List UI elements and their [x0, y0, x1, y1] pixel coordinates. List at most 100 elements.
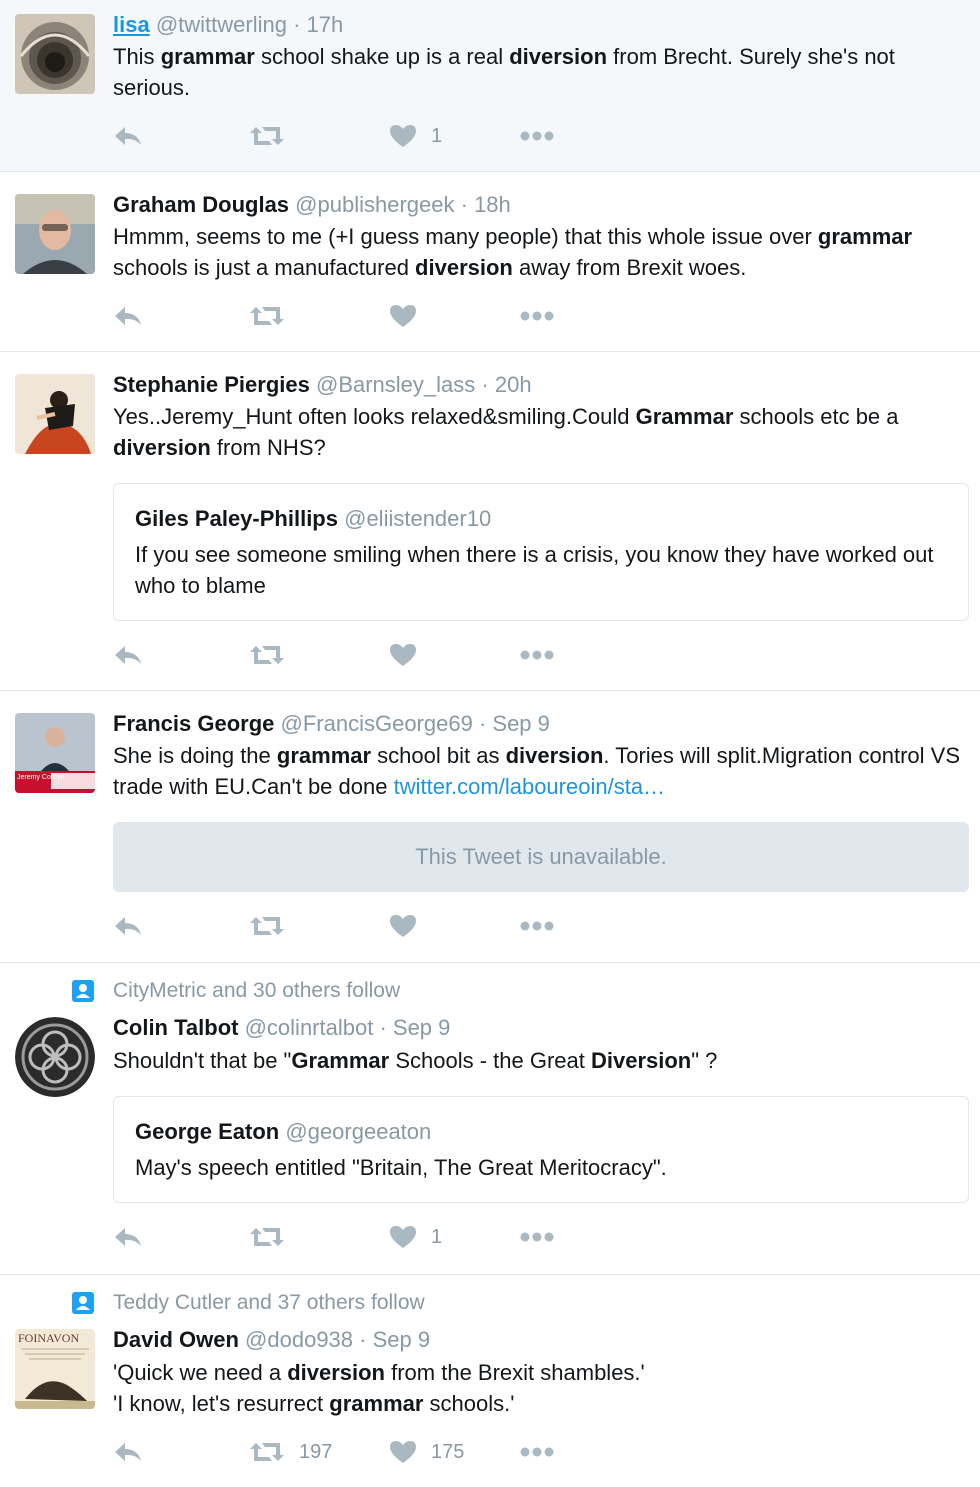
quoted-user-handle: @georgeeaton	[285, 1119, 432, 1144]
like-button[interactable]	[389, 301, 431, 331]
tweet-text-segment: 'Quick we need a	[113, 1360, 288, 1385]
retweet-icon	[249, 644, 285, 666]
tweet-text-segment: Hmmm, seems to me (+I guess many people)…	[113, 224, 818, 249]
more-button[interactable]	[520, 640, 554, 670]
user-name[interactable]: Graham Douglas	[113, 192, 289, 217]
tweet-text-segment: Yes..Jeremy_Hunt often looks relaxed&smi…	[113, 404, 636, 429]
user-name[interactable]: Colin Talbot	[113, 1015, 238, 1040]
tweet[interactable]: Jeremy Corbyn Francis George @FrancisGeo…	[0, 691, 980, 963]
avatar[interactable]: Jeremy Corbyn	[15, 713, 95, 793]
reply-icon	[113, 644, 143, 666]
quoted-tweet[interactable]: Giles Paley-Phillips @eliistender10 If y…	[113, 483, 969, 621]
tweet[interactable]: lisa @twittwerling · 17h This grammar sc…	[0, 0, 980, 172]
highlighted-keyword: grammar	[329, 1391, 424, 1416]
tweet-header: Colin Talbot @colinrtalbot · Sep 9	[113, 1015, 970, 1041]
timestamp[interactable]: · Sep 9	[479, 711, 550, 736]
tweet-text-segment: " ?	[691, 1048, 718, 1073]
user-name[interactable]: Francis George	[113, 711, 274, 736]
retweet-icon	[249, 915, 285, 937]
highlighted-keyword: grammar	[276, 743, 372, 768]
tweet-text-segment: schools etc be a	[733, 404, 899, 429]
tweet-header: David Owen @dodo938 · Sep 9	[113, 1327, 970, 1353]
avatar[interactable]	[15, 194, 95, 274]
quoted-header: George Eaton @georgeeaton	[135, 1119, 431, 1145]
tweet-actions	[113, 911, 573, 941]
user-handle[interactable]: @Barnsley_lass	[316, 372, 475, 397]
highlighted-keyword: grammar	[160, 44, 255, 69]
tweet-actions: 1	[113, 1222, 573, 1252]
tweet-text-segment: This	[113, 44, 161, 69]
like-button[interactable]: 1	[389, 1222, 442, 1252]
tweet[interactable]: Teddy Cutler and 37 others follow FOINAV…	[0, 1275, 980, 1487]
reply-button[interactable]	[113, 911, 143, 941]
follow-context[interactable]: CityMetric and 30 others follow	[113, 979, 400, 1003]
reply-button[interactable]	[113, 1222, 143, 1252]
timestamp[interactable]: · Sep 9	[379, 1015, 450, 1040]
tweet[interactable]: Graham Douglas @publishergeek · 18h Hmmm…	[0, 172, 980, 352]
more-icon	[520, 650, 554, 660]
reply-button[interactable]	[113, 121, 143, 151]
avatar[interactable]	[15, 14, 95, 94]
tweet-text: This grammar school shake up is a real d…	[113, 41, 970, 103]
avatar[interactable]	[15, 1017, 95, 1097]
more-icon	[520, 1447, 554, 1457]
like-button[interactable]: 175	[389, 1437, 464, 1467]
tweet-header: Graham Douglas @publishergeek · 18h	[113, 192, 970, 218]
user-handle[interactable]: @dodo938	[245, 1327, 353, 1352]
timestamp[interactable]: · Sep 9	[359, 1327, 430, 1352]
more-button[interactable]	[520, 911, 554, 941]
follow-context[interactable]: Teddy Cutler and 37 others follow	[113, 1291, 425, 1315]
user-name[interactable]: Stephanie Piergies	[113, 372, 310, 397]
retweet-button[interactable]: 197	[249, 1437, 332, 1467]
more-icon	[520, 1232, 554, 1242]
tweet[interactable]: CityMetric and 30 others follow Colin Ta…	[0, 963, 980, 1275]
quoted-text: May's speech entitled "Britain, The Grea…	[135, 1155, 667, 1180]
retweet-button[interactable]	[249, 121, 299, 151]
like-button[interactable]	[389, 911, 431, 941]
more-button[interactable]	[520, 1437, 554, 1467]
retweet-button[interactable]	[249, 301, 299, 331]
user-handle[interactable]: @FrancisGeorge69	[281, 711, 473, 736]
retweet-button[interactable]	[249, 911, 299, 941]
user-name[interactable]: lisa	[113, 12, 150, 37]
user-handle[interactable]: @twittwerling	[156, 12, 287, 37]
like-button[interactable]: 1	[389, 121, 442, 151]
quoted-tweet[interactable]: George Eaton @georgeeaton May's speech e…	[113, 1096, 969, 1203]
reply-icon	[113, 1226, 143, 1248]
timestamp[interactable]: · 17h	[293, 12, 343, 37]
more-button[interactable]	[520, 121, 554, 151]
reply-icon	[113, 305, 143, 327]
more-button[interactable]	[520, 1222, 554, 1252]
tweet[interactable]: Stephanie Piergies @Barnsley_lass · 20h …	[0, 352, 980, 691]
reply-button[interactable]	[113, 640, 143, 670]
tweet-text: Shouldn't that be "Grammar Schools - the…	[113, 1045, 970, 1076]
tweet-text-segment: Shouldn't that be "	[113, 1048, 292, 1073]
avatar-caption: FOINAVON	[18, 1331, 80, 1345]
user-handle[interactable]: @publishergeek	[295, 192, 454, 217]
retweet-button[interactable]	[249, 1222, 299, 1252]
tweet-text: She is doing the grammar school bit as d…	[113, 740, 970, 802]
heart-icon	[389, 124, 417, 148]
timestamp[interactable]: · 18h	[461, 192, 511, 217]
user-name[interactable]: David Owen	[113, 1327, 239, 1352]
quoted-text: If you see someone smiling when there is…	[135, 542, 934, 598]
tweet-link[interactable]: twitter.com/laboureoin/sta…	[394, 774, 665, 799]
reply-button[interactable]	[113, 1437, 143, 1467]
avatar-caption: Jeremy Corbyn	[17, 774, 65, 781]
reply-button[interactable]	[113, 301, 143, 331]
tweet-actions	[113, 640, 573, 670]
quoted-user-name: Giles Paley-Phillips	[135, 506, 338, 531]
tweet-text-segment: from NHS?	[210, 435, 326, 460]
more-button[interactable]	[520, 301, 554, 331]
like-button[interactable]	[389, 640, 431, 670]
retweet-button[interactable]	[249, 640, 299, 670]
tweet-header: lisa @twittwerling · 17h	[113, 12, 970, 38]
reply-icon	[113, 125, 143, 147]
avatar[interactable]	[15, 374, 95, 454]
reply-icon	[113, 915, 143, 937]
reply-icon	[113, 1441, 143, 1463]
timestamp[interactable]: · 20h	[481, 372, 531, 397]
tweet-text-segment: school bit as	[371, 743, 506, 768]
avatar[interactable]: FOINAVON	[15, 1329, 95, 1409]
user-handle[interactable]: @colinrtalbot	[245, 1015, 374, 1040]
